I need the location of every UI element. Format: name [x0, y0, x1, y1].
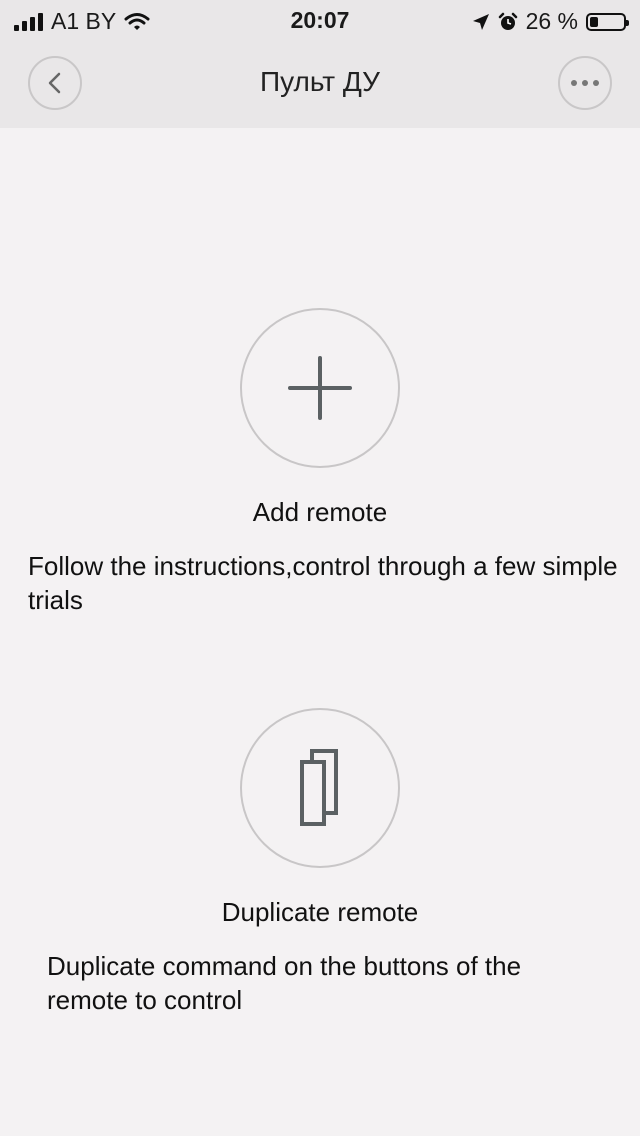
- duplicate-remote-button[interactable]: [240, 708, 400, 868]
- battery-icon: [586, 12, 629, 31]
- plus-icon: [288, 356, 352, 420]
- more-dots-icon: [571, 80, 599, 86]
- page-title: Пульт ДУ: [260, 66, 380, 97]
- more-button[interactable]: [558, 56, 612, 110]
- location-arrow-icon: [472, 13, 489, 30]
- battery-fill: [590, 16, 598, 27]
- status-bar: A1 BY 20:07 26 %: [0, 0, 640, 40]
- status-right: 26 %: [472, 8, 629, 35]
- alarm-icon: [498, 12, 517, 30]
- add-remote-button[interactable]: [240, 308, 400, 468]
- duplicate-remote-title: Duplicate remote: [221, 897, 419, 927]
- battery-percent: 26 %: [525, 8, 578, 34]
- copy-icon: [300, 749, 338, 826]
- add-remote-description: Follow the instructions,control through …: [28, 551, 618, 615]
- duplicate-remote-description: Duplicate command on the buttons of the …: [47, 951, 522, 1015]
- add-remote-title: Add remote: [252, 497, 388, 527]
- nav-bar: Пульт ДУ: [0, 40, 640, 128]
